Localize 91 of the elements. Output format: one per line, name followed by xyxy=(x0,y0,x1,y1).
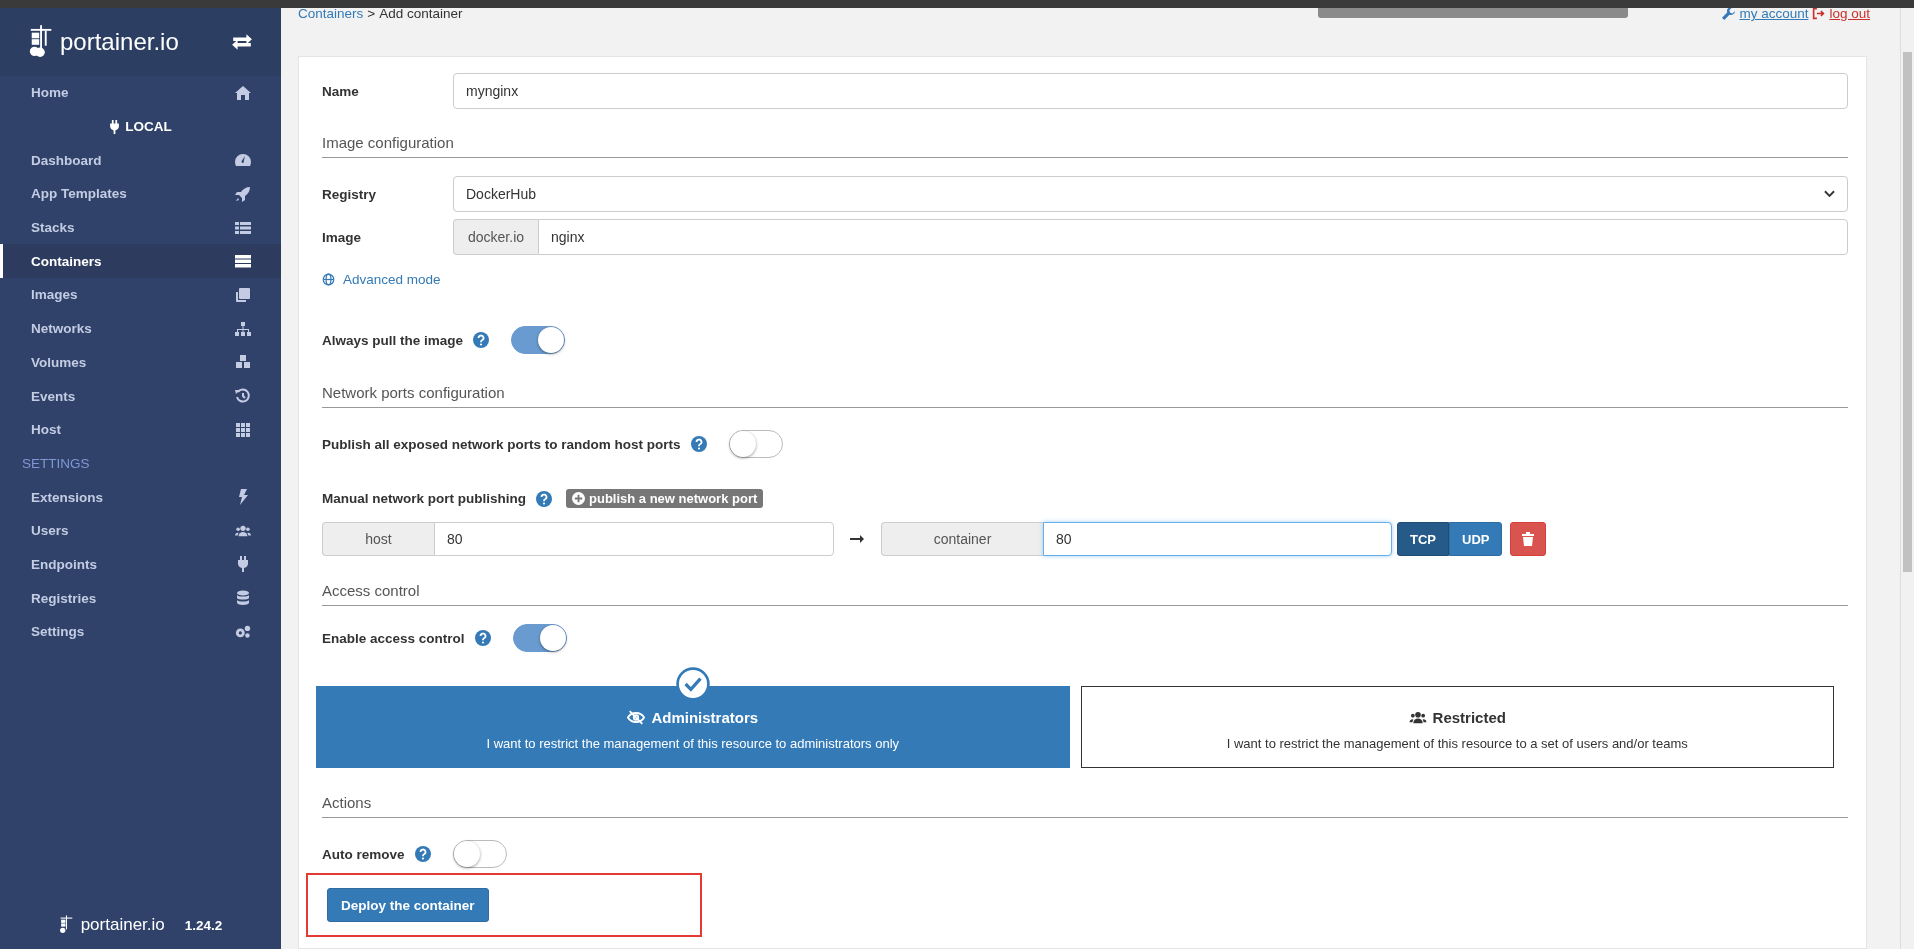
trash-icon xyxy=(1522,532,1535,546)
add-port-button[interactable]: publish a new network port xyxy=(566,489,764,508)
sidebar-item[interactable]: Volumes xyxy=(0,345,281,380)
host-port-input-field[interactable]: 80 xyxy=(434,522,834,556)
deploy-button[interactable]: Deploy the container xyxy=(327,888,489,922)
toggle-label: Auto remove xyxy=(322,846,405,862)
access-option-card[interactable]: Administrators I want to restrict the management of this resource to administrators only xyxy=(316,686,1070,768)
registry-select[interactable]: DockerHub xyxy=(453,176,1848,212)
protocol-toggle-button[interactable]: UDP xyxy=(1449,522,1503,556)
host-port-label: host xyxy=(322,522,434,556)
sidebar-item[interactable]: Home xyxy=(0,76,281,110)
log-out-link[interactable]: log out xyxy=(1829,6,1870,21)
sidebar-section-heading: SETTINGS xyxy=(21,454,91,473)
gears-icon xyxy=(235,623,251,640)
scrollbar[interactable] xyxy=(1900,8,1914,949)
sidebar-item[interactable]: Networks xyxy=(0,311,281,346)
sidebar-item[interactable]: Registries xyxy=(0,581,281,615)
section-title: Access control xyxy=(322,582,1848,606)
plus-circle-icon xyxy=(572,492,585,505)
toggle-label: Publish all exposed network ports to random host ports xyxy=(322,436,681,452)
toggle-label: Enable access control xyxy=(322,630,465,646)
swap-arrows-icon[interactable] xyxy=(231,33,253,51)
option-description: I want to restrict the management of this resource to administrators only xyxy=(486,736,900,751)
section-title: Actions xyxy=(322,794,1848,818)
plug-icon xyxy=(109,119,121,134)
field-label: Name xyxy=(322,83,360,99)
sidebar-item[interactable]: Images xyxy=(0,278,281,312)
remove-port-button[interactable] xyxy=(1510,522,1547,556)
help-icon[interactable] xyxy=(473,332,490,348)
sign-out-icon xyxy=(1812,7,1826,20)
house-icon xyxy=(235,84,251,101)
breadcrumb-separator: > xyxy=(367,6,376,21)
access-option-card[interactable]: Restricted I want to restrict the management of this resource to a set of users and/or teams xyxy=(1080,686,1834,768)
advanced-mode-link[interactable]: Advanced mode xyxy=(343,272,441,287)
grid-icon xyxy=(235,421,251,438)
clock-arrow-icon xyxy=(235,388,251,405)
field-label: Image xyxy=(322,229,363,245)
my-account-link[interactable]: my account xyxy=(1739,6,1809,21)
section-title: Network ports configuration xyxy=(322,384,1848,408)
rocket-icon xyxy=(235,185,251,202)
sidebar-item[interactable]: Events xyxy=(0,379,281,413)
version-label: 1.24.2 xyxy=(184,917,223,933)
help-icon[interactable] xyxy=(536,490,552,507)
sidebar-item[interactable]: Stacks xyxy=(0,210,281,245)
toggle-label: Always pull the image xyxy=(322,332,464,348)
section-title: Image configuration xyxy=(322,134,1848,158)
users-icon xyxy=(1408,710,1427,725)
list-icon xyxy=(235,219,251,236)
endpoint-name: LOCAL xyxy=(0,109,281,144)
database-icon xyxy=(235,590,251,607)
help-icon[interactable] xyxy=(474,630,491,646)
breadcrumb-link[interactable]: Containers xyxy=(298,6,364,21)
option-title: Administrators xyxy=(651,709,759,726)
sidebar-item[interactable]: Settings xyxy=(0,615,281,649)
toggle-switch[interactable] xyxy=(512,624,567,652)
chevron-down-icon xyxy=(1824,190,1835,198)
globe-icon xyxy=(322,273,335,286)
help-icon[interactable] xyxy=(414,846,431,862)
option-title: Restricted xyxy=(1432,709,1506,726)
server-icon xyxy=(235,253,251,270)
brand-name: portainer.io xyxy=(60,28,180,56)
toggle-switch[interactable] xyxy=(452,840,507,868)
container-port-input-field[interactable]: 80 xyxy=(1043,522,1392,556)
cubes-icon xyxy=(235,354,251,371)
sidebar-item[interactable]: Containers xyxy=(0,244,281,279)
sidebar-item[interactable]: Users xyxy=(0,513,281,548)
plug-icon xyxy=(235,556,251,573)
footer-brand: portainer.io xyxy=(80,915,165,935)
option-description: I want to restrict the management of this resource to a set of users and/or teams xyxy=(1226,736,1688,751)
gauge-icon xyxy=(235,152,251,169)
toggle-switch[interactable] xyxy=(728,430,783,458)
sidebar-item[interactable]: App Templates xyxy=(0,177,281,211)
toggle-switch[interactable] xyxy=(511,326,566,354)
wrench-icon xyxy=(1722,7,1736,20)
stacked-squares-icon xyxy=(235,286,251,303)
sidebar-item[interactable]: Extensions xyxy=(0,480,281,514)
protocol-toggle-button[interactable]: TCP xyxy=(1397,522,1449,556)
field-label: Registry xyxy=(322,186,378,202)
breadcrumb-current: Add container xyxy=(379,6,463,21)
eye-slash-icon xyxy=(627,710,646,725)
field-label: Manual network port publishing xyxy=(322,491,526,506)
arrow-right-icon xyxy=(850,534,864,544)
container-port-label: container xyxy=(881,522,1043,556)
help-icon[interactable] xyxy=(690,436,707,452)
image-registry-prefix: docker.io xyxy=(453,219,539,255)
sitemap-icon xyxy=(235,320,251,337)
image-input-field[interactable]: nginx xyxy=(538,219,1848,255)
sidebar-item[interactable]: Host xyxy=(0,412,281,447)
sidebar-item[interactable]: Dashboard xyxy=(0,143,281,178)
name-input-field[interactable]: mynginx xyxy=(453,73,1848,109)
sidebar-item[interactable]: Endpoints xyxy=(0,547,281,582)
